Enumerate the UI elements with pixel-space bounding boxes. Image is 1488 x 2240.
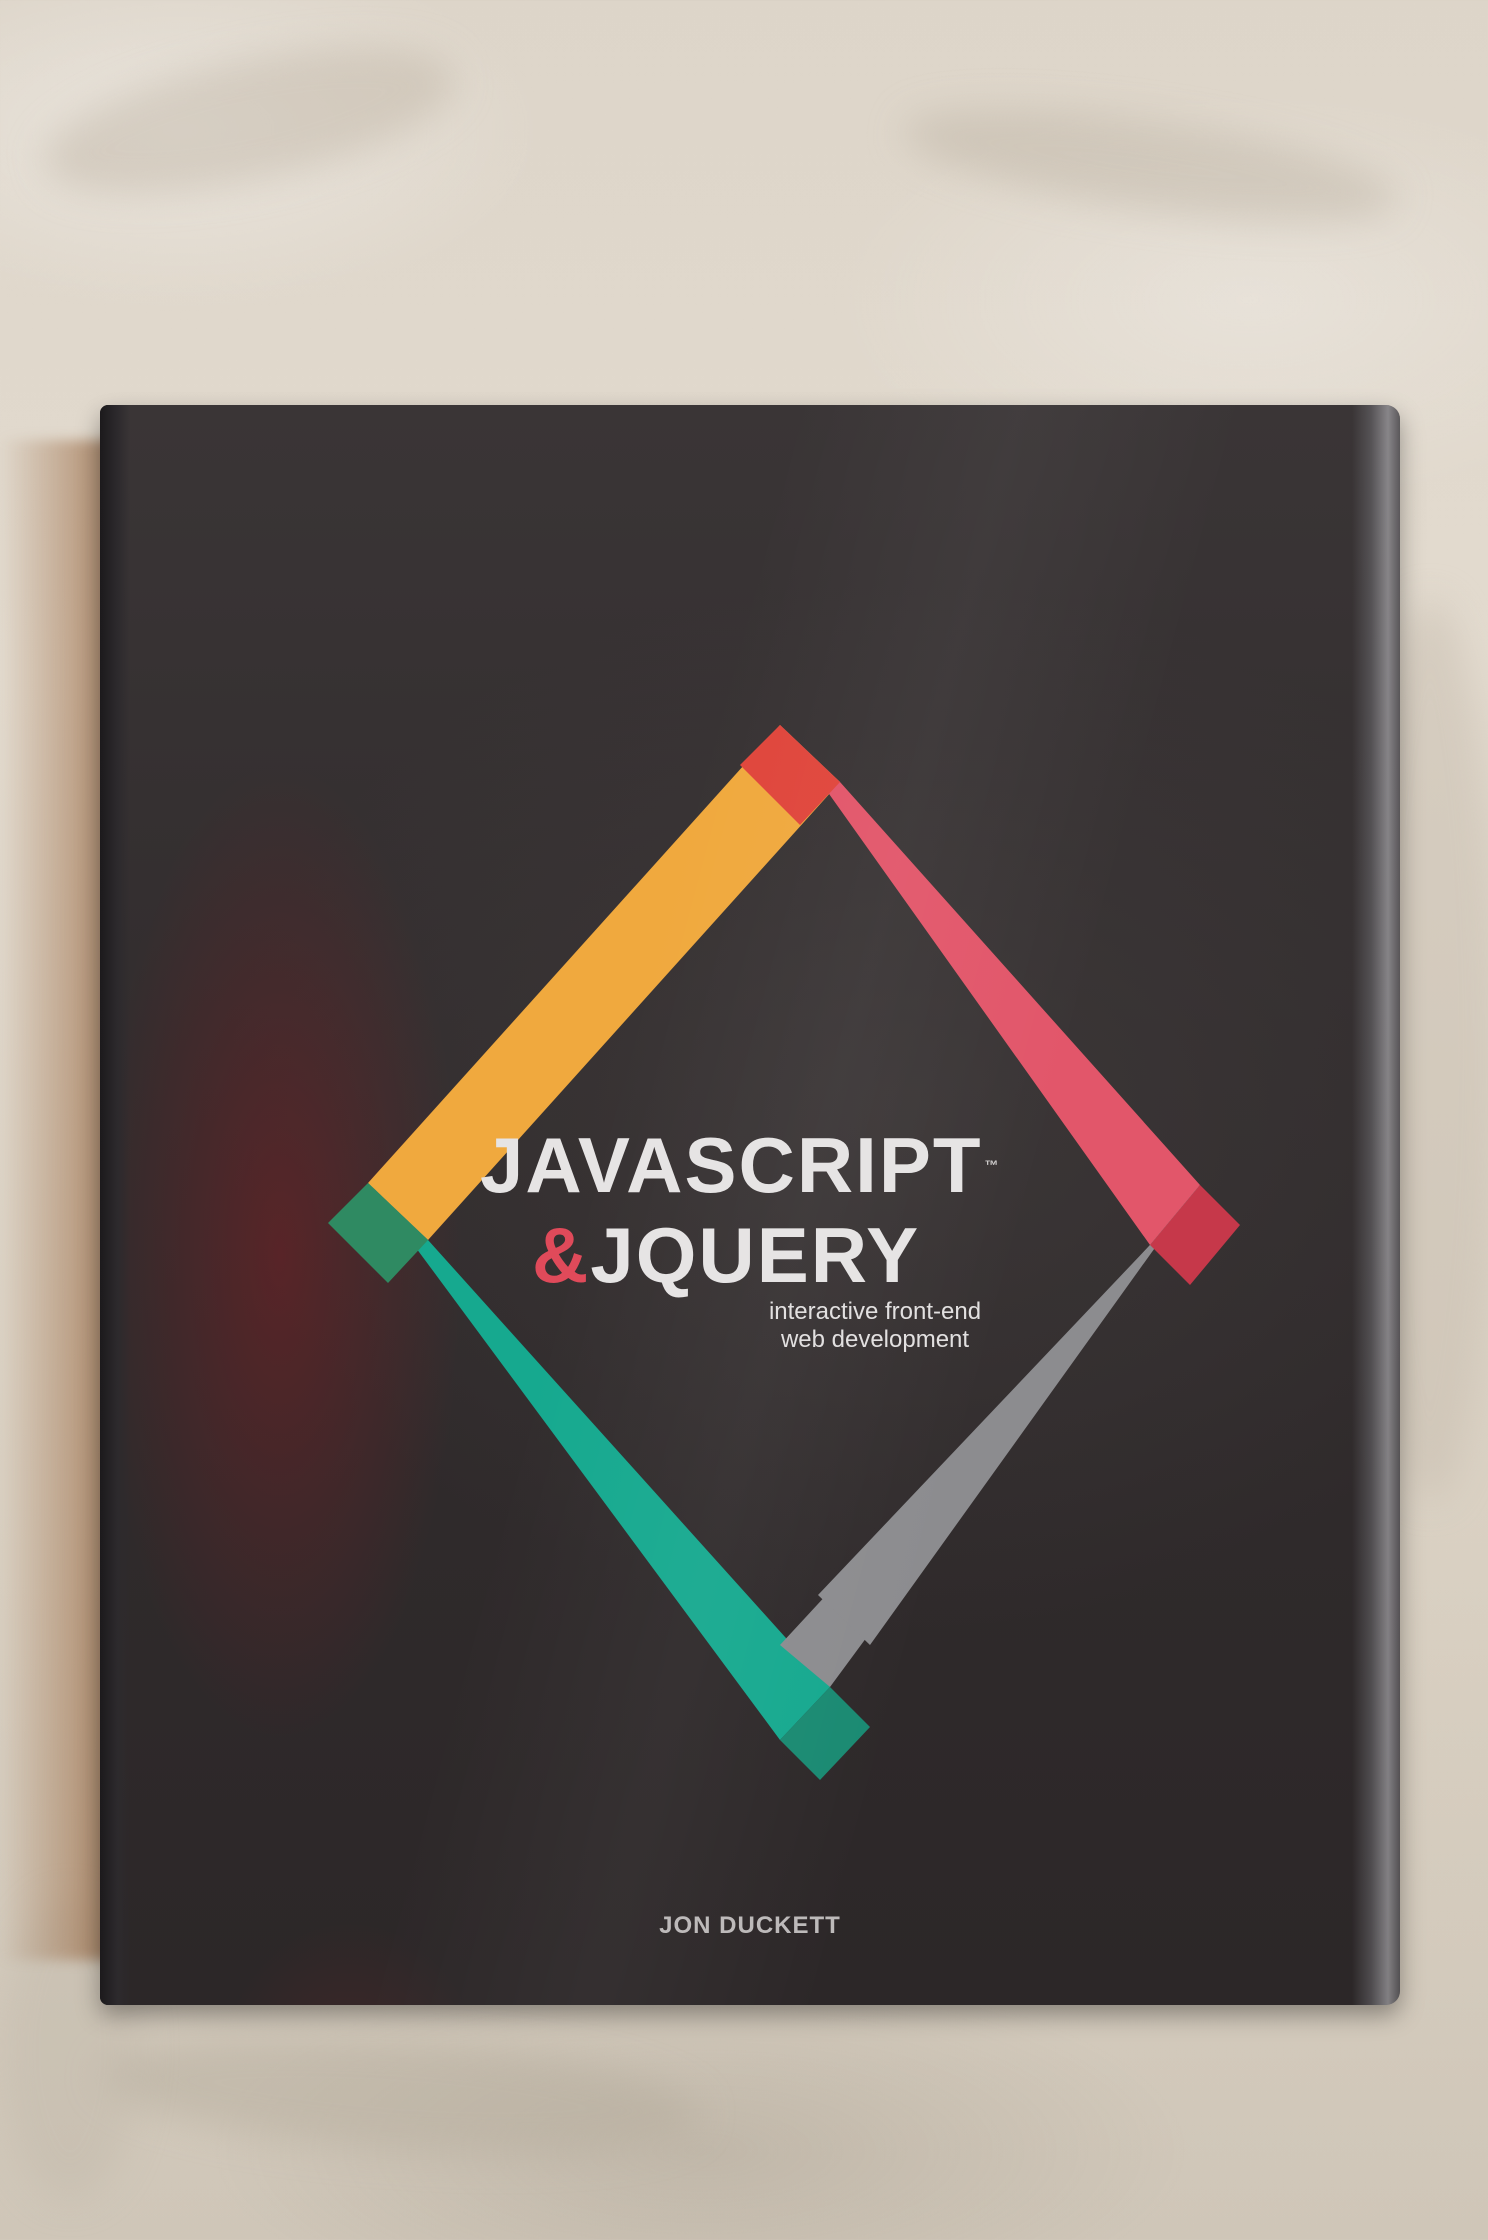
title-line-1: JAVASCRIPT ™: [480, 1120, 1180, 1210]
subtitle-line-2: web development: [780, 1326, 970, 1353]
trademark-symbol: ™: [984, 1157, 1001, 1173]
book-title: JAVASCRIPT ™ &JQUERY: [480, 1120, 1180, 1300]
book-subtitle: interactive front-end web development: [705, 1298, 1045, 1354]
title-line-2: &JQUERY: [532, 1210, 1180, 1300]
cloth-fold: [96, 2019, 704, 2171]
title-jquery: JQUERY: [590, 1211, 921, 1299]
photo-scene: { "book": { "title_line1": "JAVASCRIPT",…: [0, 0, 1488, 2240]
title-javascript: JAVASCRIPT: [480, 1121, 983, 1209]
cloth-fold: [32, 17, 468, 223]
book-cover: JAVASCRIPT ™ &JQUERY interactive front-en…: [100, 405, 1400, 2005]
subtitle-line-1: interactive front-end: [768, 1298, 982, 1325]
title-ampersand: &: [532, 1211, 591, 1299]
cloth-fold: [896, 85, 1404, 245]
book-author: JON DUCKETT: [659, 1912, 841, 1939]
